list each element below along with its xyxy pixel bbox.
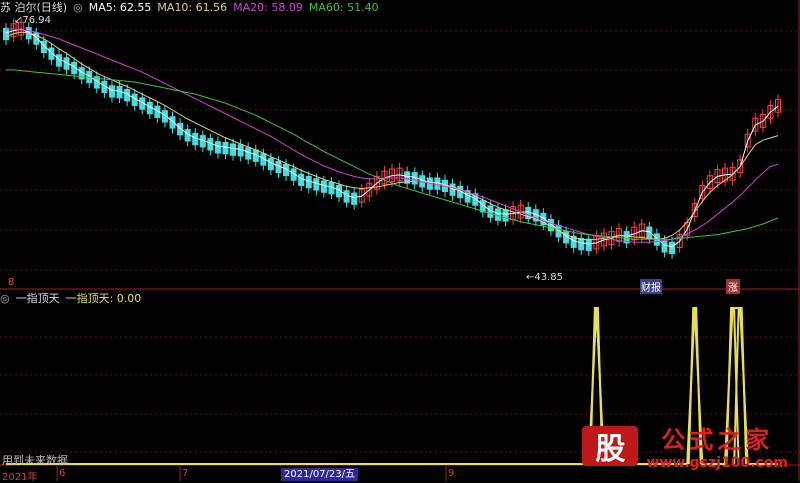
candle-body xyxy=(578,237,585,251)
site-url: www.gszj100.com xyxy=(646,455,788,471)
candle-body xyxy=(661,240,668,253)
watermark: 股 公式之家 www.gszj100.com xyxy=(582,420,788,471)
month-label: 7 xyxy=(182,468,189,479)
marker-8: 8 xyxy=(8,277,15,288)
high-price-label: ↙76.94 xyxy=(14,15,52,26)
candle-body xyxy=(449,183,456,196)
site-info: 公式之家 www.gszj100.com xyxy=(646,420,788,471)
low-price-label: ←43.85 xyxy=(526,272,564,283)
candle-body xyxy=(320,180,327,193)
cursor-date: 2021/07/23/五 xyxy=(281,468,359,481)
candle-body xyxy=(222,141,229,155)
candle-body xyxy=(230,143,237,156)
candle-body xyxy=(585,238,592,251)
candle-body xyxy=(313,178,320,191)
price-chart[interactable] xyxy=(0,0,800,481)
candle-body xyxy=(502,209,509,222)
brand-logo: 股 xyxy=(582,425,639,467)
month-label: 6 xyxy=(59,468,66,479)
candle-body xyxy=(245,147,252,160)
ma-line-ma10 xyxy=(5,31,779,241)
candle-body xyxy=(298,173,305,187)
ma-line-ma20 xyxy=(6,28,779,243)
candle-body xyxy=(3,27,9,41)
candle-body xyxy=(214,141,221,154)
brand-name: 公式之家 xyxy=(661,425,774,454)
future-data-note: 用到未来数据 xyxy=(2,454,68,467)
candle-body xyxy=(305,175,312,189)
candle-body xyxy=(192,132,199,146)
candle-body xyxy=(494,208,501,221)
candle-body xyxy=(343,190,350,203)
ma-line-ma5 xyxy=(5,28,779,248)
earnings-badge[interactable]: 财报 xyxy=(640,279,662,294)
candle-body xyxy=(351,192,358,205)
zhang-badge[interactable]: 涨 xyxy=(726,279,740,294)
month-label: 9 xyxy=(448,468,455,479)
candle-body xyxy=(108,85,115,98)
candle-body xyxy=(669,241,676,255)
